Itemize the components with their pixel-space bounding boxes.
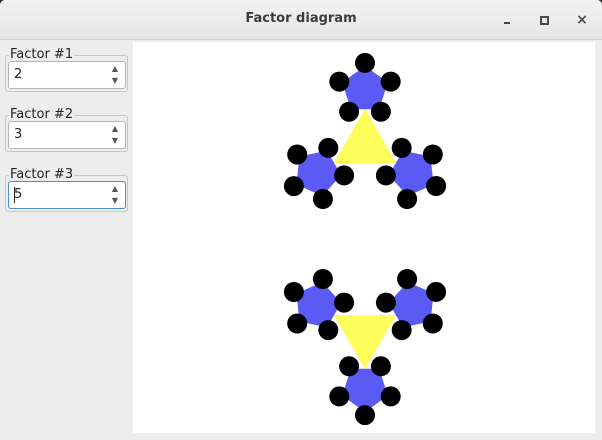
maximize-icon bbox=[539, 15, 549, 25]
spinner-up-icon[interactable]: ▲ bbox=[108, 183, 122, 195]
factor-2-label: Factor #2 bbox=[9, 107, 75, 122]
window-bottom-edge bbox=[0, 433, 602, 440]
diagram-dot bbox=[370, 356, 391, 377]
maximize-button[interactable] bbox=[534, 10, 554, 30]
factor-2-input[interactable] bbox=[14, 122, 104, 148]
factor-3-label: Factor #3 bbox=[9, 167, 75, 182]
diagram-dot bbox=[375, 165, 396, 186]
diagram-dot bbox=[318, 137, 339, 158]
spinner-arrows: ▲ ▼ bbox=[105, 182, 125, 208]
factor-1-input[interactable] bbox=[14, 62, 104, 88]
spinner-arrows: ▲ ▼ bbox=[105, 62, 125, 88]
diagram-dot bbox=[380, 71, 401, 92]
diagram-canvas bbox=[133, 42, 595, 433]
diagram-dot bbox=[397, 269, 418, 289]
diagram-dot bbox=[355, 405, 375, 426]
factor-diagram bbox=[283, 52, 447, 426]
diagram-dot bbox=[329, 71, 350, 92]
app-window: Factor diagram × Factor #1 ▲ ▼ Factor #2… bbox=[0, 0, 602, 440]
text-caret bbox=[14, 187, 15, 203]
spinner-down-icon[interactable]: ▼ bbox=[108, 195, 122, 207]
factor-1-label: Factor #1 bbox=[9, 47, 75, 62]
minimize-icon bbox=[504, 22, 510, 24]
factor-group-2: Factor #2 ▲ ▼ bbox=[5, 107, 128, 152]
spinner-up-icon[interactable]: ▲ bbox=[108, 123, 122, 135]
diagram-dot bbox=[339, 101, 360, 122]
close-icon: × bbox=[576, 12, 588, 28]
diagram-dot bbox=[375, 292, 396, 313]
diagram-dot bbox=[287, 313, 308, 334]
factor-3-input[interactable] bbox=[14, 182, 104, 208]
diagram-dot bbox=[334, 292, 355, 313]
factor-1-spinner[interactable]: ▲ ▼ bbox=[8, 61, 126, 89]
spinner-arrows: ▲ ▼ bbox=[105, 122, 125, 148]
diagram-dot bbox=[318, 320, 339, 341]
diagram-dot bbox=[287, 144, 308, 165]
close-button[interactable]: × bbox=[572, 10, 592, 30]
factor-group-3: Factor #3 ▲ ▼ bbox=[5, 167, 128, 212]
diagram-dot bbox=[339, 356, 360, 377]
diagram-dot bbox=[312, 189, 333, 209]
diagram-dot bbox=[355, 52, 375, 73]
minimize-button[interactable] bbox=[497, 10, 517, 30]
factor-sidebar: Factor #1 ▲ ▼ Factor #2 ▲ ▼ Fact bbox=[0, 41, 132, 440]
diagram-dot bbox=[422, 313, 443, 334]
diagram-dot bbox=[391, 137, 412, 158]
diagram-dot bbox=[283, 176, 304, 197]
diagram-dot bbox=[312, 269, 333, 289]
diagram-dot bbox=[422, 144, 443, 165]
spinner-up-icon[interactable]: ▲ bbox=[108, 63, 122, 75]
diagram-dot bbox=[370, 101, 391, 122]
factor-3-spinner[interactable]: ▲ ▼ bbox=[8, 181, 126, 209]
spinner-down-icon[interactable]: ▼ bbox=[108, 75, 122, 87]
diagram-dot bbox=[334, 165, 355, 186]
diagram-dot bbox=[426, 176, 447, 196]
spinner-down-icon[interactable]: ▼ bbox=[108, 135, 122, 147]
diagram-dot bbox=[283, 282, 304, 302]
diagram-dot bbox=[426, 281, 447, 302]
diagram-dot bbox=[329, 386, 350, 407]
diagram-dot bbox=[397, 189, 418, 209]
diagram-dot bbox=[391, 320, 412, 341]
diagram-dot bbox=[380, 386, 401, 407]
factor-2-spinner[interactable]: ▲ ▼ bbox=[8, 121, 126, 149]
factor-group-1: Factor #1 ▲ ▼ bbox=[5, 47, 128, 92]
title-bar: Factor diagram × bbox=[0, 0, 602, 40]
